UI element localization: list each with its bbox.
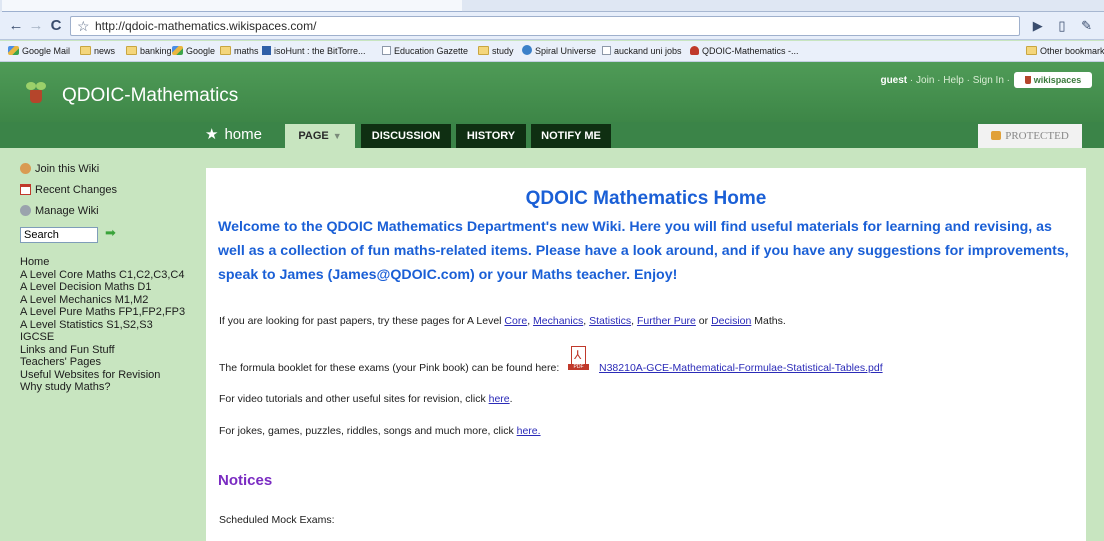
statistics-link[interactable]: Statistics xyxy=(589,315,631,327)
video-here-link[interactable]: here xyxy=(489,393,510,405)
wiki-title[interactable]: QDOIC-Mathematics xyxy=(62,85,238,107)
google-icon xyxy=(172,46,183,55)
browser-tab-active[interactable] xyxy=(2,0,462,12)
sidebar-item-core-maths[interactable]: A Level Core Maths C1,C2,C3,C4 xyxy=(20,269,185,282)
bookmark-star-icon[interactable]: ☆ xyxy=(77,17,90,35)
search-go-arrow-icon[interactable]: ➡ xyxy=(105,225,116,241)
past-papers-paragraph: If you are looking for past papers, try … xyxy=(219,315,786,327)
bookmark-item[interactable]: study xyxy=(478,44,514,58)
wikispaces-badge[interactable]: wikispaces xyxy=(1014,72,1092,88)
bookmark-item[interactable]: news xyxy=(80,44,115,58)
wiki-header: QDOIC-Mathematics guest · Join · Help · … xyxy=(0,62,1104,122)
wiki-navbar: ★ home PAGE ▼ DISCUSSION HISTORY NOTIFY ME… xyxy=(0,122,1104,148)
lock-icon xyxy=(991,131,1002,140)
browser-toolbar: ← → C ☆ http://qdoic-mathematics.wikispa… xyxy=(0,12,1104,40)
wikispaces-plant-icon xyxy=(690,46,699,55)
browser-tabstrip xyxy=(0,0,1104,12)
bookmark-item[interactable]: Spiral Universe xyxy=(522,44,596,58)
wiki-plant-logo-icon xyxy=(26,82,46,104)
sidebar: Join this Wiki Recent Changes Manage Wik… xyxy=(0,148,200,541)
protected-badge: PROTECTED xyxy=(978,124,1082,148)
sidebar-item-igcse[interactable]: IGCSE xyxy=(20,331,185,344)
folder-icon xyxy=(220,46,231,55)
recent-changes-link[interactable]: Recent Changes xyxy=(20,183,117,197)
join-wiki-link[interactable]: Join this Wiki xyxy=(20,162,99,176)
decision-link[interactable]: Decision xyxy=(711,315,751,327)
sidebar-item-mechanics[interactable]: A Level Mechanics M1,M2 xyxy=(20,294,185,307)
sidebar-item-decision-maths[interactable]: A Level Decision Maths D1 xyxy=(20,281,185,294)
url-text[interactable]: http://qdoic-mathematics.wikispaces.com/ xyxy=(95,17,316,35)
page-title: QDOIC Mathematics Home xyxy=(525,188,767,209)
gmail-icon xyxy=(8,46,19,55)
folder-icon xyxy=(1026,46,1037,55)
isohunt-icon xyxy=(262,46,271,55)
sidebar-item-why-study[interactable]: Why study Maths? xyxy=(20,381,185,394)
tab-discussion[interactable]: DISCUSSION xyxy=(361,124,451,148)
bookmark-item[interactable]: isoHunt : the BitTorre... xyxy=(262,44,366,58)
chevron-down-icon: ▼ xyxy=(332,131,342,141)
tab-notify-me[interactable]: NOTIFY ME xyxy=(531,124,611,148)
bookmark-item[interactable]: maths xyxy=(220,44,259,58)
main-content: QDOIC Mathematics Home Welcome to the QD… xyxy=(206,168,1086,541)
sidebar-item-teachers[interactable]: Teachers' Pages xyxy=(20,356,185,369)
bookmark-item[interactable]: Google Mail xyxy=(8,44,70,58)
jokes-here-link[interactable]: here. xyxy=(517,425,541,437)
sidebar-item-pure-maths[interactable]: A Level Pure Maths FP1,FP2,FP3 xyxy=(20,306,185,319)
bookmarks-bar: Google Mail news banking Google maths is… xyxy=(0,41,1104,62)
sidebar-item-links-fun[interactable]: Links and Fun Stuff xyxy=(20,344,185,357)
formula-paragraph: The formula booklet for these exams (you… xyxy=(219,362,560,374)
sidebar-nav: Home A Level Core Maths C1,C2,C3,C4 A Le… xyxy=(20,256,185,394)
sidebar-item-statistics[interactable]: A Level Statistics S1,S2,S3 xyxy=(20,319,185,332)
further-pure-link[interactable]: Further Pure xyxy=(637,315,696,327)
back-arrow-icon[interactable]: ← xyxy=(8,17,24,35)
sidebar-item-home[interactable]: Home xyxy=(20,256,185,269)
tab-history[interactable]: HISTORY xyxy=(456,124,526,148)
manage-wiki-link[interactable]: Manage Wiki xyxy=(20,204,99,218)
pdf-file-icon[interactable]: ⅄ PDF xyxy=(568,346,589,372)
core-link[interactable]: Core xyxy=(504,315,527,327)
user-name: guest xyxy=(880,75,908,86)
jokes-paragraph: For jokes, games, puzzles, riddles, song… xyxy=(219,425,541,437)
mechanics-link[interactable]: Mechanics xyxy=(533,315,583,327)
bookmark-item[interactable]: banking xyxy=(126,44,172,58)
page-menu-icon[interactable]: ▶ ▯ ✎ xyxy=(1033,16,1098,36)
spiral-icon xyxy=(522,45,532,55)
join-link[interactable]: Join xyxy=(916,75,934,86)
sidebar-search: ➡ xyxy=(20,225,116,243)
tab-page[interactable]: PAGE ▼ xyxy=(285,124,355,148)
bookmark-item[interactable]: Education Gazette xyxy=(382,44,468,58)
notices-heading: Notices xyxy=(218,472,273,489)
bookmark-item[interactable]: QDOIC-Mathematics -... xyxy=(690,44,799,58)
formula-pdf-link[interactable]: N38210A-GCE-Mathematical-Formulae-Statis… xyxy=(599,361,883,375)
search-input[interactable] xyxy=(20,227,98,243)
scheduled-mock-exams: Scheduled Mock Exams: xyxy=(219,514,335,526)
join-people-icon xyxy=(20,163,31,174)
video-paragraph: For video tutorials and other useful sit… xyxy=(219,393,513,405)
home-link[interactable]: ★ home xyxy=(205,125,262,145)
sidebar-item-useful-websites[interactable]: Useful Websites for Revision xyxy=(20,369,185,382)
browser-tab-area xyxy=(462,0,1104,12)
address-bar[interactable]: ☆ http://qdoic-mathematics.wikispaces.co… xyxy=(70,16,1020,36)
welcome-text: Welcome to the QDOIC Mathematics Departm… xyxy=(218,219,1069,283)
page-icon xyxy=(602,46,611,55)
folder-icon xyxy=(478,46,489,55)
sign-in-link[interactable]: Sign In xyxy=(973,75,1004,86)
forward-arrow-icon[interactable]: → xyxy=(28,17,44,35)
folder-icon xyxy=(80,46,91,55)
page-icon xyxy=(382,46,391,55)
user-bar: guest · Join · Help · Sign In · xyxy=(880,75,1010,86)
plant-icon xyxy=(1024,76,1031,84)
calendar-icon xyxy=(20,184,31,195)
folder-icon xyxy=(126,46,137,55)
help-link[interactable]: Help xyxy=(943,75,964,86)
star-icon: ★ xyxy=(205,126,219,143)
other-bookmarks[interactable]: Other bookmarks xyxy=(1026,44,1104,58)
bookmark-item[interactable]: auckand uni jobs xyxy=(602,44,682,58)
gear-icon xyxy=(20,205,31,216)
reload-icon[interactable]: C xyxy=(48,17,64,35)
bookmark-item[interactable]: Google xyxy=(172,44,215,58)
